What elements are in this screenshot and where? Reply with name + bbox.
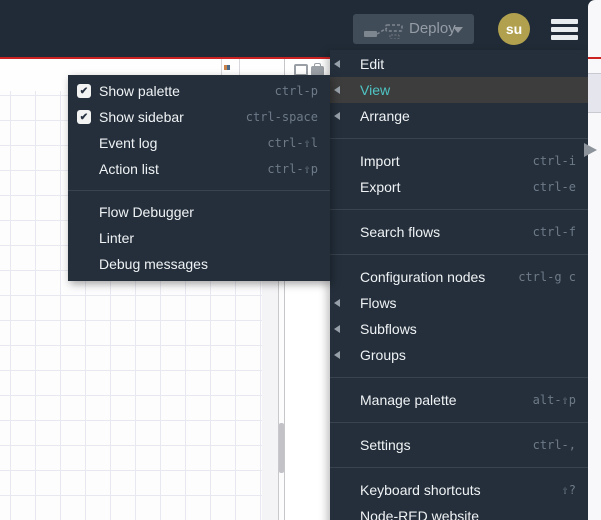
menu-separator — [330, 467, 588, 468]
submenu-arrow-icon — [334, 86, 340, 94]
page-scrollbar-track[interactable] — [588, 0, 601, 520]
submenu-arrow-icon — [334, 351, 340, 359]
menu-item-groups[interactable]: Groups — [330, 342, 588, 368]
menu-item-label: Settings — [360, 437, 411, 453]
menu-item-label: Arrange — [360, 108, 410, 124]
view-submenu-item-flow-debugger[interactable]: Flow Debugger — [68, 199, 330, 225]
view-submenu-item-event-log[interactable]: Event log ctrl-⇧l — [68, 130, 330, 156]
canvas-scrollbar-thumb[interactable] — [279, 423, 284, 473]
menu-item-label: Subflows — [360, 321, 417, 337]
menu-separator — [330, 377, 588, 378]
page-scrollbar-thumb[interactable] — [588, 73, 601, 113]
main-menu: Edit View Arrange Import ctrl-i Export ctrl-e S… — [330, 50, 588, 520]
header: Deploy su — [0, 0, 601, 57]
menu-item-shortcut: ctrl-e — [532, 180, 576, 194]
menu-item-shortcut: ctrl-⇧p — [267, 162, 318, 176]
menu-item-label: Manage palette — [360, 392, 457, 408]
menu-item-label: Show sidebar — [99, 109, 184, 125]
menu-separator — [330, 254, 588, 255]
flow-tab-dot-icon — [224, 65, 230, 70]
menu-item-node-red-website[interactable]: Node-RED website — [330, 503, 588, 520]
menu-item-label: Show palette — [99, 83, 180, 99]
view-submenu: Show palette ctrl-p Show sidebar ctrl-space… — [68, 75, 330, 281]
menu-item-label: Import — [360, 153, 400, 169]
menu-item-shortcut: ctrl-p — [274, 84, 318, 98]
menu-item-keyboard-shortcuts[interactable]: Keyboard shortcuts ⇧? — [330, 477, 588, 503]
view-submenu-item-show-sidebar[interactable]: Show sidebar ctrl-space — [68, 104, 330, 130]
menu-item-shortcut: ctrl-⇧l — [267, 136, 318, 150]
view-submenu-item-debug-messages[interactable]: Debug messages — [68, 251, 330, 277]
checked-checkbox-icon — [77, 84, 91, 98]
chevron-down-icon — [453, 27, 463, 33]
menu-item-label: Groups — [360, 347, 406, 363]
view-submenu-item-action-list[interactable]: Action list ctrl-⇧p — [68, 156, 330, 182]
menu-item-label: Search flows — [360, 224, 441, 240]
deploy-nodes-icon — [364, 24, 403, 39]
menu-item-shortcut: ctrl-space — [245, 110, 318, 124]
menu-item-label: Flow Debugger — [99, 204, 194, 220]
menu-item-subflows[interactable]: Subflows — [330, 316, 588, 342]
menu-item-label: Configuration nodes — [360, 269, 486, 285]
menu-item-configuration-nodes[interactable]: Configuration nodes ctrl-g c — [330, 264, 588, 290]
node-red-editor: Deploy su Edit View Arrange Import ctrl-i Exp… — [0, 0, 601, 520]
menu-item-label: Linter — [99, 230, 135, 246]
menu-item-label: Edit — [360, 56, 385, 72]
menu-item-label: Event log — [99, 135, 158, 151]
menu-item-edit[interactable]: Edit — [330, 51, 588, 77]
menu-item-manage-palette[interactable]: Manage palette alt-⇧p — [330, 387, 588, 413]
menu-item-shortcut: ctrl-, — [532, 438, 576, 452]
menu-item-shortcut: ⇧? — [561, 483, 576, 497]
menu-separator — [330, 209, 588, 210]
menu-item-label: Debug messages — [99, 256, 208, 272]
menu-item-import[interactable]: Import ctrl-i — [330, 148, 588, 174]
menu-item-arrange[interactable]: Arrange — [330, 103, 588, 129]
menu-item-export[interactable]: Export ctrl-e — [330, 174, 588, 200]
menu-item-shortcut: alt-⇧p — [532, 393, 576, 407]
view-submenu-item-show-palette[interactable]: Show palette ctrl-p — [68, 78, 330, 104]
menu-separator — [330, 422, 588, 423]
submenu-arrow-icon — [334, 325, 340, 333]
menu-item-flows[interactable]: Flows — [330, 290, 588, 316]
menu-item-label: Node-RED website — [360, 508, 480, 520]
header-accent-line-segment — [588, 57, 601, 59]
menu-item-label: View — [360, 82, 391, 98]
menu-separator — [330, 138, 588, 139]
splitter-arrow-icon[interactable] — [584, 143, 597, 157]
menu-item-view[interactable]: View — [330, 77, 588, 103]
menu-item-settings[interactable]: Settings ctrl-, — [330, 432, 588, 458]
user-avatar[interactable]: su — [498, 13, 530, 45]
menu-item-shortcut: ctrl-g c — [518, 270, 576, 284]
view-submenu-item-linter[interactable]: Linter — [68, 225, 330, 251]
menu-item-label: Export — [360, 179, 401, 195]
menu-item-label: Keyboard shortcuts — [360, 482, 481, 498]
submenu-arrow-icon — [334, 112, 340, 120]
deploy-button[interactable]: Deploy — [353, 14, 474, 44]
hamburger-menu-icon[interactable] — [551, 19, 578, 40]
checked-checkbox-icon — [77, 110, 91, 124]
menu-item-shortcut: ctrl-f — [532, 225, 576, 239]
menu-item-search-flows[interactable]: Search flows ctrl-f — [330, 219, 588, 245]
view-submenu-separator — [68, 190, 330, 191]
menu-item-shortcut: ctrl-i — [532, 154, 576, 168]
submenu-arrow-icon — [334, 60, 340, 68]
submenu-arrow-icon — [334, 299, 340, 307]
menu-item-label: Action list — [99, 161, 159, 177]
menu-item-label: Flows — [360, 295, 397, 311]
deploy-button-label: Deploy — [409, 20, 456, 37]
